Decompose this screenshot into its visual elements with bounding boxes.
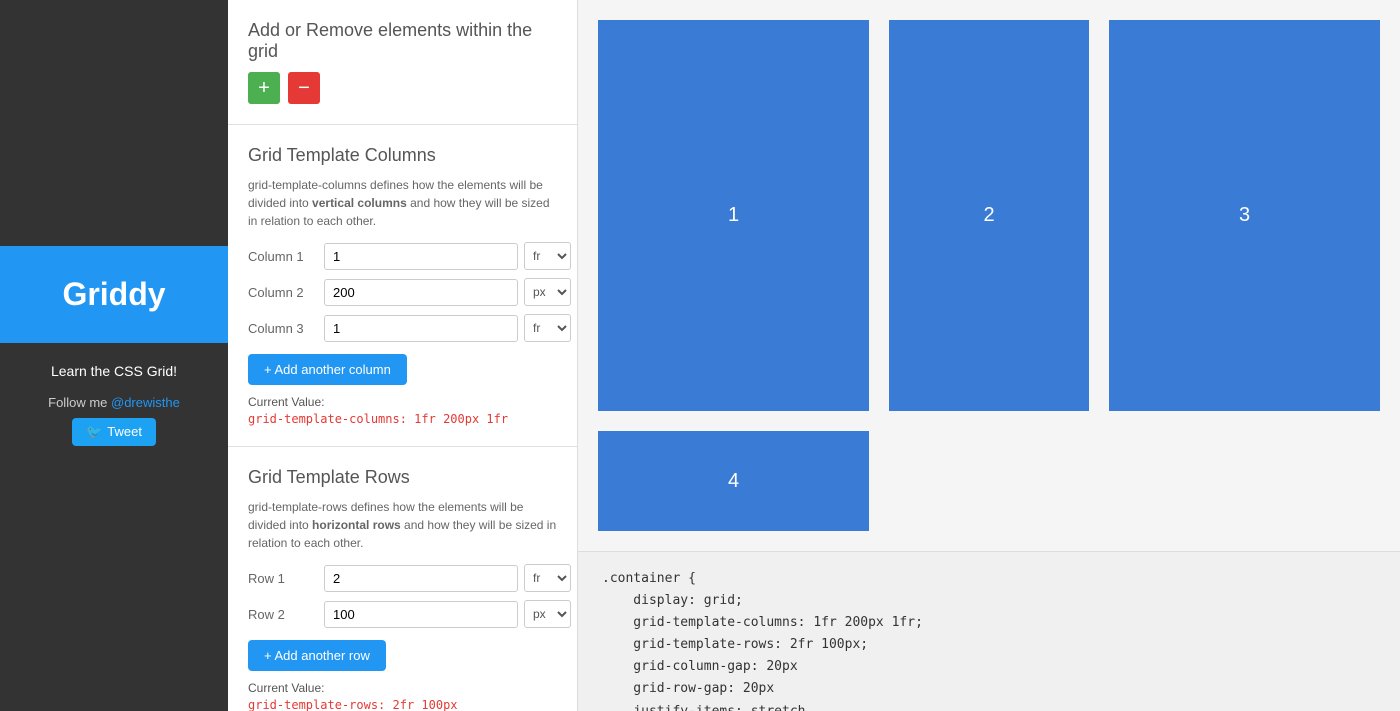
column-1-unit[interactable]: fr px % em bbox=[524, 242, 571, 270]
follow-handle-link[interactable]: @drewisthe bbox=[111, 395, 180, 410]
column-2-label: Column 2 bbox=[248, 285, 318, 300]
row-2-unit[interactable]: fr px % em bbox=[524, 600, 571, 628]
css-grid: 1 2 3 4 bbox=[598, 20, 1380, 531]
add-row-button[interactable]: + Add another row bbox=[248, 640, 386, 671]
column-1-row: Column 1 fr px % em ✕ bbox=[248, 242, 557, 270]
column-2-unit[interactable]: fr px % em bbox=[524, 278, 571, 306]
code-preview: .container { display: grid; grid-templat… bbox=[578, 551, 1400, 711]
add-remove-title: Add or Remove elements within the grid bbox=[248, 20, 557, 62]
row-1-row: Row 1 fr px % em ✕ bbox=[248, 564, 557, 592]
right-pane: 1 2 3 4 .container { display: grid; grid… bbox=[578, 0, 1400, 711]
code-block: .container { display: grid; grid-templat… bbox=[602, 568, 1376, 711]
column-3-input[interactable] bbox=[324, 315, 518, 342]
grid-template-rows-section: Grid Template Rows grid-template-rows de… bbox=[228, 447, 577, 711]
grid-template-rows-title: Grid Template Rows bbox=[248, 467, 557, 488]
column-3-label: Column 3 bbox=[248, 321, 318, 336]
grid-cell-4: 4 bbox=[598, 431, 869, 531]
controls-panel: Add or Remove elements within the grid +… bbox=[228, 0, 578, 711]
column-2-row: Column 2 fr px % em ✕ bbox=[248, 278, 557, 306]
sidebar-bottom: Learn the CSS Grid! Follow me @drewisthe… bbox=[0, 343, 228, 466]
tweet-button[interactable]: 🐦 Tweet bbox=[72, 418, 156, 446]
column-1-label: Column 1 bbox=[248, 249, 318, 264]
add-remove-buttons: + − bbox=[248, 72, 557, 104]
columns-current-value-code: grid-template-columns: 1fr 200px 1fr bbox=[248, 412, 557, 426]
row-2-row: Row 2 fr px % em ✕ bbox=[248, 600, 557, 628]
follow-text: Follow me @drewisthe bbox=[20, 395, 208, 410]
grid-template-columns-desc: grid-template-columns defines how the el… bbox=[248, 176, 557, 230]
column-3-unit[interactable]: fr px % em bbox=[524, 314, 571, 342]
twitter-icon: 🐦 bbox=[86, 424, 102, 440]
row-1-input[interactable] bbox=[324, 565, 518, 592]
grid-cell-3: 3 bbox=[1109, 20, 1380, 411]
remove-element-button[interactable]: − bbox=[288, 72, 320, 104]
columns-current-value-label: Current Value: bbox=[248, 395, 557, 409]
brand-banner: Griddy bbox=[0, 246, 228, 343]
grid-preview-area: 1 2 3 4 bbox=[578, 0, 1400, 551]
brand-title: Griddy bbox=[62, 276, 165, 312]
grid-template-columns-section: Grid Template Columns grid-template-colu… bbox=[228, 125, 577, 447]
learn-css-link[interactable]: Learn the CSS Grid! bbox=[20, 363, 208, 379]
grid-template-rows-desc: grid-template-rows defines how the eleme… bbox=[248, 498, 557, 552]
row-1-label: Row 1 bbox=[248, 571, 318, 586]
add-column-button[interactable]: + Add another column bbox=[248, 354, 407, 385]
row-2-label: Row 2 bbox=[248, 607, 318, 622]
row-1-unit[interactable]: fr px % em bbox=[524, 564, 571, 592]
rows-current-value-code: grid-template-rows: 2fr 100px bbox=[248, 698, 557, 711]
column-2-input[interactable] bbox=[324, 279, 518, 306]
row-2-input[interactable] bbox=[324, 601, 518, 628]
grid-cell-1: 1 bbox=[598, 20, 869, 411]
column-3-row: Column 3 fr px % em ✕ bbox=[248, 314, 557, 342]
grid-cell-2: 2 bbox=[889, 20, 1089, 411]
column-1-input[interactable] bbox=[324, 243, 518, 270]
rows-current-value-label: Current Value: bbox=[248, 681, 557, 695]
grid-template-columns-title: Grid Template Columns bbox=[248, 145, 557, 166]
add-element-button[interactable]: + bbox=[248, 72, 280, 104]
add-remove-section: Add or Remove elements within the grid +… bbox=[228, 0, 577, 125]
sidebar: Griddy Learn the CSS Grid! Follow me @dr… bbox=[0, 0, 228, 711]
